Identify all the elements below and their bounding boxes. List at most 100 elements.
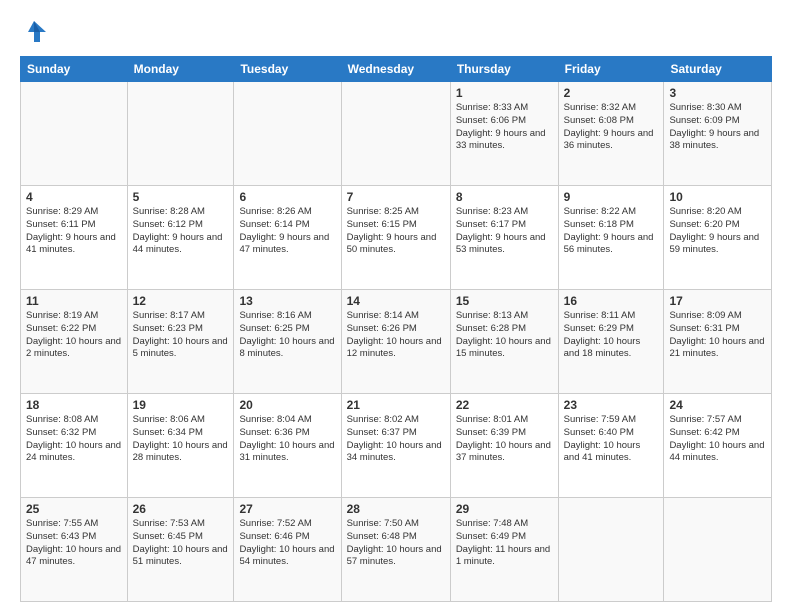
calendar-cell: 9Sunrise: 8:22 AM Sunset: 6:18 PM Daylig… xyxy=(558,186,664,290)
day-info: Sunrise: 7:53 AM Sunset: 6:45 PM Dayligh… xyxy=(133,518,229,569)
day-info: Sunrise: 8:29 AM Sunset: 6:11 PM Dayligh… xyxy=(26,206,122,257)
day-number: 8 xyxy=(456,190,553,204)
calendar-cell: 22 Sunrise: 8:01 AM Sunset: 6:39 PM Dayli… xyxy=(450,394,558,498)
calendar-cell: 27 Sunrise: 7:52 AM Sunset: 6:46 PM Dayli… xyxy=(234,498,341,602)
calendar-cell: 10 Sunrise: 8:20 AM Sunset: 6:20 PM Dayli… xyxy=(664,186,772,290)
calendar-week-4: 25Sunrise: 7:55 AM Sunset: 6:43 PM Dayli… xyxy=(21,498,772,602)
day-info: Sunrise: 8:13 AM Sunset: 6:28 PM Dayligh… xyxy=(456,310,553,361)
calendar-cell xyxy=(341,82,450,186)
col-saturday: Saturday xyxy=(664,57,772,82)
day-info: Sunrise: 8:26 AM Sunset: 6:14 PM Dayligh… xyxy=(239,206,335,257)
day-number: 5 xyxy=(133,190,229,204)
calendar-cell: 28 Sunrise: 7:50 AM Sunset: 6:48 PM Dayli… xyxy=(341,498,450,602)
day-number: 21 xyxy=(347,398,445,412)
day-info: Sunrise: 8:11 AM Sunset: 6:29 PM Dayligh… xyxy=(564,310,659,361)
calendar-week-2: 11 Sunrise: 8:19 AM Sunset: 6:22 PM Dayli… xyxy=(21,290,772,394)
day-number: 28 xyxy=(347,502,445,516)
day-info: Sunrise: 8:01 AM Sunset: 6:39 PM Dayligh… xyxy=(456,414,553,465)
col-sunday: Sunday xyxy=(21,57,128,82)
day-number: 12 xyxy=(133,294,229,308)
col-thursday: Thursday xyxy=(450,57,558,82)
col-tuesday: Tuesday xyxy=(234,57,341,82)
day-info: Sunrise: 7:57 AM Sunset: 6:42 PM Dayligh… xyxy=(669,414,766,465)
calendar-cell: 16 Sunrise: 8:11 AM Sunset: 6:29 PM Dayli… xyxy=(558,290,664,394)
logo xyxy=(20,18,52,46)
calendar-cell xyxy=(664,498,772,602)
calendar-cell: 19Sunrise: 8:06 AM Sunset: 6:34 PM Dayli… xyxy=(127,394,234,498)
day-info: Sunrise: 8:09 AM Sunset: 6:31 PM Dayligh… xyxy=(669,310,766,361)
day-info: Sunrise: 8:19 AM Sunset: 6:22 PM Dayligh… xyxy=(26,310,122,361)
calendar-week-3: 18Sunrise: 8:08 AM Sunset: 6:32 PM Dayli… xyxy=(21,394,772,498)
day-info: Sunrise: 7:50 AM Sunset: 6:48 PM Dayligh… xyxy=(347,518,445,569)
day-number: 29 xyxy=(456,502,553,516)
calendar-cell: 14 Sunrise: 8:14 AM Sunset: 6:26 PM Dayli… xyxy=(341,290,450,394)
day-number: 24 xyxy=(669,398,766,412)
calendar-week-0: 1 Sunrise: 8:33 AM Sunset: 6:06 PM Daylig… xyxy=(21,82,772,186)
day-info: Sunrise: 8:25 AM Sunset: 6:15 PM Dayligh… xyxy=(347,206,445,257)
calendar-cell xyxy=(21,82,128,186)
day-info: Sunrise: 8:33 AM Sunset: 6:06 PM Dayligh… xyxy=(456,102,553,153)
day-number: 9 xyxy=(564,190,659,204)
calendar-cell: 17 Sunrise: 8:09 AM Sunset: 6:31 PM Dayli… xyxy=(664,290,772,394)
day-info: Sunrise: 8:04 AM Sunset: 6:36 PM Dayligh… xyxy=(239,414,335,465)
day-info: Sunrise: 8:06 AM Sunset: 6:34 PM Dayligh… xyxy=(133,414,229,465)
day-number: 4 xyxy=(26,190,122,204)
col-wednesday: Wednesday xyxy=(341,57,450,82)
calendar-cell xyxy=(127,82,234,186)
calendar-cell: 12 Sunrise: 8:17 AM Sunset: 6:23 PM Dayli… xyxy=(127,290,234,394)
day-number: 27 xyxy=(239,502,335,516)
day-info: Sunrise: 8:30 AM Sunset: 6:09 PM Dayligh… xyxy=(669,102,766,153)
calendar-cell: 25Sunrise: 7:55 AM Sunset: 6:43 PM Dayli… xyxy=(21,498,128,602)
day-number: 10 xyxy=(669,190,766,204)
calendar-cell: 11 Sunrise: 8:19 AM Sunset: 6:22 PM Dayli… xyxy=(21,290,128,394)
day-number: 22 xyxy=(456,398,553,412)
calendar-cell: 8 Sunrise: 8:23 AM Sunset: 6:17 PM Daylig… xyxy=(450,186,558,290)
calendar: Sunday Monday Tuesday Wednesday Thursday… xyxy=(20,56,772,602)
day-number: 11 xyxy=(26,294,122,308)
day-info: Sunrise: 8:14 AM Sunset: 6:26 PM Dayligh… xyxy=(347,310,445,361)
calendar-week-1: 4 Sunrise: 8:29 AM Sunset: 6:11 PM Daylig… xyxy=(21,186,772,290)
day-info: Sunrise: 8:20 AM Sunset: 6:20 PM Dayligh… xyxy=(669,206,766,257)
calendar-cell: 2Sunrise: 8:32 AM Sunset: 6:08 PM Daylig… xyxy=(558,82,664,186)
day-info: Sunrise: 8:02 AM Sunset: 6:37 PM Dayligh… xyxy=(347,414,445,465)
day-info: Sunrise: 8:28 AM Sunset: 6:12 PM Dayligh… xyxy=(133,206,229,257)
day-number: 14 xyxy=(347,294,445,308)
calendar-cell: 6 Sunrise: 8:26 AM Sunset: 6:14 PM Daylig… xyxy=(234,186,341,290)
calendar-cell: 5 Sunrise: 8:28 AM Sunset: 6:12 PM Daylig… xyxy=(127,186,234,290)
calendar-cell: 21 Sunrise: 8:02 AM Sunset: 6:37 PM Dayli… xyxy=(341,394,450,498)
calendar-cell: 24 Sunrise: 7:57 AM Sunset: 6:42 PM Dayli… xyxy=(664,394,772,498)
header xyxy=(20,18,772,46)
calendar-cell: 1 Sunrise: 8:33 AM Sunset: 6:06 PM Daylig… xyxy=(450,82,558,186)
day-info: Sunrise: 7:48 AM Sunset: 6:49 PM Dayligh… xyxy=(456,518,553,569)
col-friday: Friday xyxy=(558,57,664,82)
col-monday: Monday xyxy=(127,57,234,82)
calendar-cell: 3 Sunrise: 8:30 AM Sunset: 6:09 PM Daylig… xyxy=(664,82,772,186)
day-info: Sunrise: 7:59 AM Sunset: 6:40 PM Dayligh… xyxy=(564,414,659,465)
day-info: Sunrise: 8:23 AM Sunset: 6:17 PM Dayligh… xyxy=(456,206,553,257)
calendar-cell: 29 Sunrise: 7:48 AM Sunset: 6:49 PM Dayli… xyxy=(450,498,558,602)
day-number: 7 xyxy=(347,190,445,204)
day-number: 3 xyxy=(669,86,766,100)
calendar-cell xyxy=(558,498,664,602)
calendar-cell: 7 Sunrise: 8:25 AM Sunset: 6:15 PM Daylig… xyxy=(341,186,450,290)
day-info: Sunrise: 7:52 AM Sunset: 6:46 PM Dayligh… xyxy=(239,518,335,569)
calendar-cell: 13Sunrise: 8:16 AM Sunset: 6:25 PM Dayli… xyxy=(234,290,341,394)
day-number: 26 xyxy=(133,502,229,516)
calendar-cell: 15 Sunrise: 8:13 AM Sunset: 6:28 PM Dayli… xyxy=(450,290,558,394)
day-number: 17 xyxy=(669,294,766,308)
calendar-header-row: Sunday Monday Tuesday Wednesday Thursday… xyxy=(21,57,772,82)
logo-icon xyxy=(20,18,48,46)
day-info: Sunrise: 8:08 AM Sunset: 6:32 PM Dayligh… xyxy=(26,414,122,465)
calendar-cell: 26 Sunrise: 7:53 AM Sunset: 6:45 PM Dayli… xyxy=(127,498,234,602)
day-info: Sunrise: 8:17 AM Sunset: 6:23 PM Dayligh… xyxy=(133,310,229,361)
day-number: 15 xyxy=(456,294,553,308)
day-number: 1 xyxy=(456,86,553,100)
day-number: 20 xyxy=(239,398,335,412)
day-number: 23 xyxy=(564,398,659,412)
day-info: Sunrise: 8:32 AM Sunset: 6:08 PM Dayligh… xyxy=(564,102,659,153)
day-number: 13 xyxy=(239,294,335,308)
calendar-cell xyxy=(234,82,341,186)
day-number: 6 xyxy=(239,190,335,204)
day-number: 25 xyxy=(26,502,122,516)
day-number: 16 xyxy=(564,294,659,308)
